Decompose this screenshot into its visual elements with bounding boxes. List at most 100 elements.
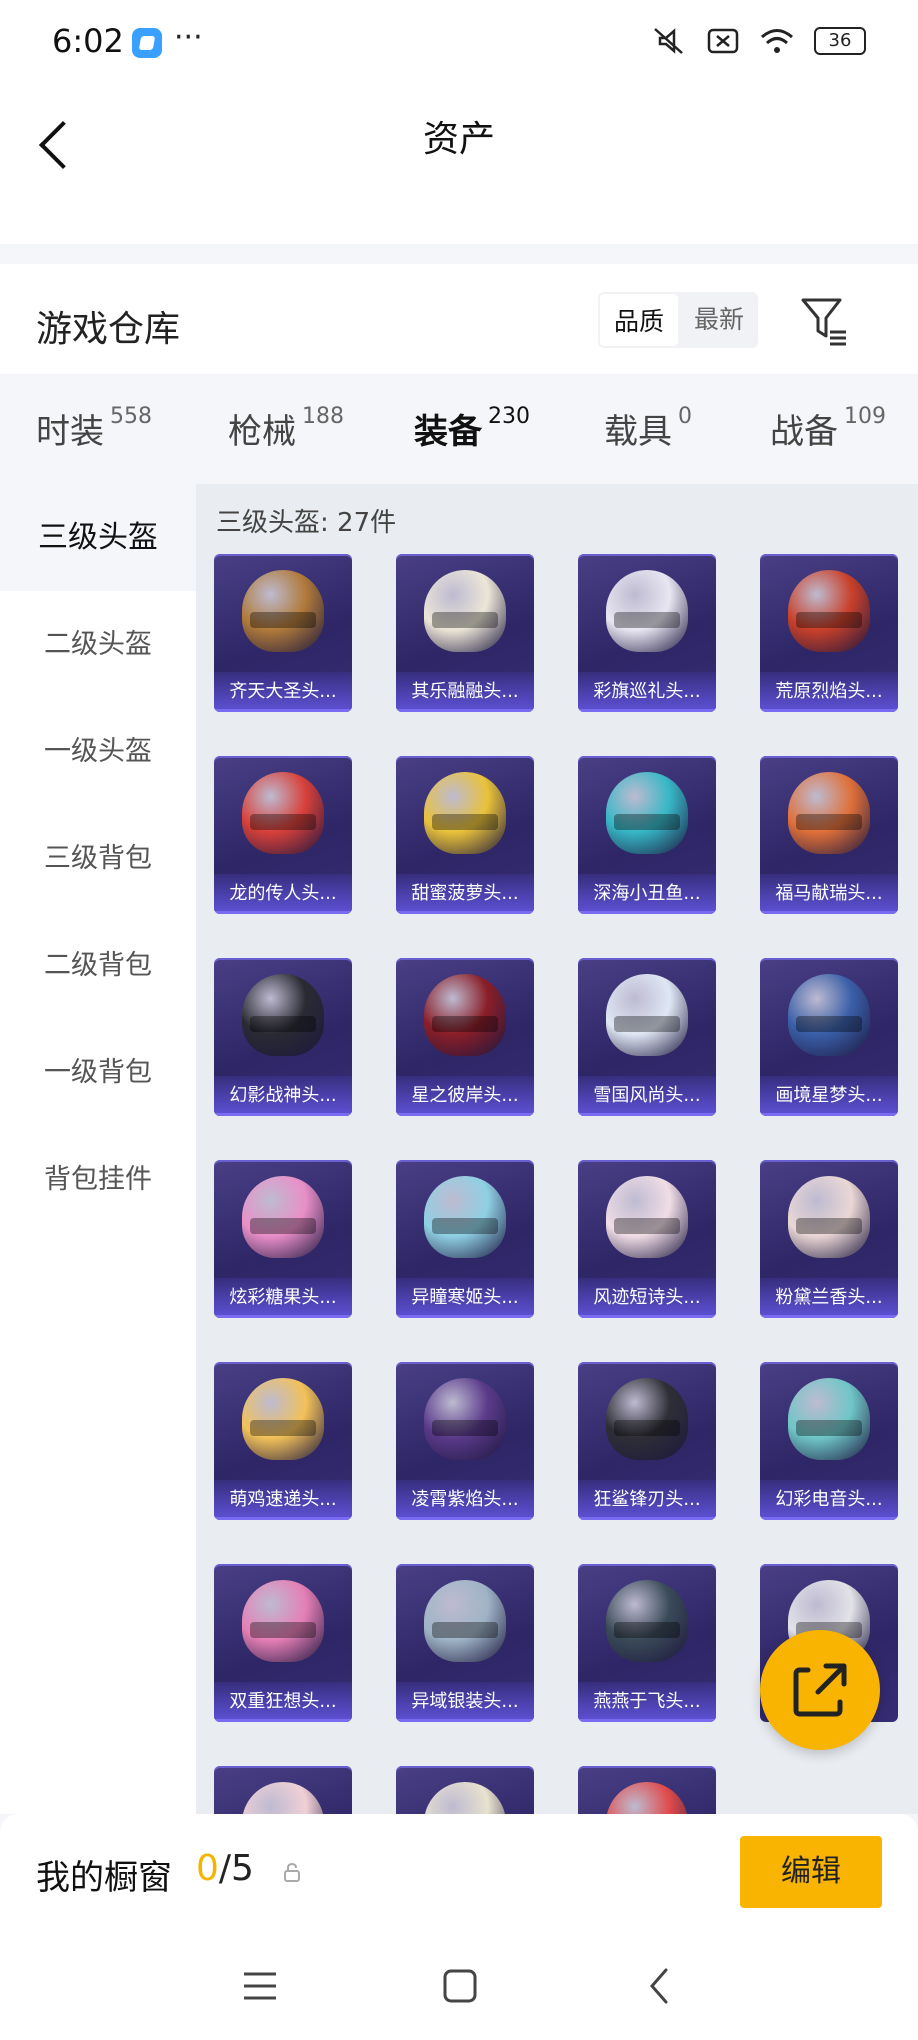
helmet-visor — [250, 612, 316, 628]
helmet-image — [242, 570, 324, 652]
sidebar-item-level1-backpack[interactable]: 一级背包 — [0, 1019, 196, 1126]
helmet-image — [606, 1580, 688, 1662]
item-name: 甜蜜菠萝头... — [396, 874, 534, 914]
helmet-image — [424, 974, 506, 1056]
share-icon — [793, 1663, 847, 1717]
helmet-image — [788, 1378, 870, 1460]
item-card[interactable]: 燕燕于飞头... — [578, 1564, 716, 1722]
tab-fashion[interactable]: 时装 558 — [36, 404, 152, 453]
helmet-image — [424, 1378, 506, 1460]
sort-toggle: 品质 最新 — [598, 292, 758, 348]
menu-icon[interactable] — [240, 1966, 280, 2006]
warehouse-title: 游戏仓库 — [36, 309, 181, 350]
item-card[interactable]: 彩旗巡礼头... — [578, 554, 716, 712]
helmet-image — [606, 1782, 688, 1814]
item-card[interactable]: 异域银装头... — [396, 1564, 534, 1722]
status-bar: 6:02 ··· 36 — [0, 0, 918, 84]
tab-label: 装备 — [414, 412, 482, 452]
screen: 6:02 ··· 36 资产 游戏仓库 品质 最新 时装 558 枪械 188 装 — [0, 0, 918, 2040]
helmet-visor — [614, 1218, 680, 1234]
tab-supplies[interactable]: 战备 109 — [770, 404, 886, 453]
battery-icon: 36 — [814, 27, 866, 55]
item-card[interactable]: 雪国风尚头... — [578, 958, 716, 1116]
item-name: 狂鲨锋刃头... — [578, 1480, 716, 1520]
item-name: 福马献瑞头... — [760, 874, 898, 914]
item-card[interactable]: 福马献瑞头... — [760, 756, 898, 914]
helmet-visor — [250, 1420, 316, 1436]
tab-equipment[interactable]: 装备 230 — [414, 404, 530, 492]
item-card[interactable]: 齐天大圣头... — [214, 554, 352, 712]
helmet-visor — [614, 1420, 680, 1436]
sidebar-item-level2-backpack[interactable]: 二级背包 — [0, 912, 196, 1019]
item-card[interactable]: 荒原烈焰头... — [760, 554, 898, 712]
helmet-image — [242, 1176, 324, 1258]
tab-vehicles[interactable]: 载具 0 — [604, 404, 692, 453]
item-card[interactable] — [214, 1766, 352, 1814]
edit-button[interactable]: 编辑 — [740, 1836, 882, 1908]
item-card[interactable]: 星之彼岸头... — [396, 958, 534, 1116]
item-name: 雪国风尚头... — [578, 1076, 716, 1116]
item-name: 齐天大圣头... — [214, 672, 352, 712]
item-name: 粉黛兰香头... — [760, 1278, 898, 1318]
helmet-image — [788, 570, 870, 652]
helmet-visor — [250, 1218, 316, 1234]
item-name: 彩旗巡礼头... — [578, 672, 716, 712]
item-card[interactable]: 凌霄紫焰头... — [396, 1362, 534, 1520]
sidebar-item-level3-backpack[interactable]: 三级背包 — [0, 805, 196, 912]
item-name: 风迹短诗头... — [578, 1278, 716, 1318]
sort-quality-button[interactable]: 品质 — [598, 292, 680, 348]
item-card[interactable]: 幻彩电音头... — [760, 1362, 898, 1520]
item-card[interactable]: 异瞳寒姬头... — [396, 1160, 534, 1318]
item-name: 画境星梦头... — [760, 1076, 898, 1116]
home-icon[interactable] — [440, 1966, 480, 2006]
sort-newest-button[interactable]: 最新 — [680, 292, 758, 348]
tab-count: 558 — [110, 404, 152, 429]
item-card[interactable]: 画境星梦头... — [760, 958, 898, 1116]
tab-count: 188 — [302, 404, 344, 429]
helmet-image — [424, 1580, 506, 1662]
helmet-visor — [432, 1420, 498, 1436]
helmet-image — [242, 974, 324, 1056]
back-icon[interactable] — [640, 1966, 680, 2006]
sidebar-item-level2-helmet[interactable]: 二级头盔 — [0, 591, 196, 698]
helmet-image — [242, 1782, 324, 1814]
sidebar-item-level1-helmet[interactable]: 一级头盔 — [0, 698, 196, 805]
helmet-visor — [432, 814, 498, 830]
item-card[interactable]: 狂鲨锋刃头... — [578, 1362, 716, 1520]
item-card[interactable]: 双重狂想头... — [214, 1564, 352, 1722]
helmet-image — [606, 570, 688, 652]
sidebar-item-backpack-charm[interactable]: 背包挂件 — [0, 1126, 196, 1233]
more-dots: ··· — [174, 20, 203, 55]
filter-icon[interactable] — [800, 296, 848, 346]
item-card[interactable]: 风迹短诗头... — [578, 1160, 716, 1318]
helmet-image — [606, 974, 688, 1056]
item-card[interactable]: 萌鸡速递头... — [214, 1362, 352, 1520]
share-button[interactable] — [760, 1630, 880, 1750]
sidebar-item-level3-helmet[interactable]: 三级头盔 — [0, 484, 196, 591]
tab-guns[interactable]: 枪械 188 — [228, 404, 344, 453]
item-card[interactable]: 甜蜜菠萝头... — [396, 756, 534, 914]
item-card[interactable]: 龙的传人头... — [214, 756, 352, 914]
status-icons: 36 — [652, 26, 866, 56]
item-card[interactable]: 深海小丑鱼... — [578, 756, 716, 914]
helmet-visor — [614, 814, 680, 830]
helmet-image — [424, 570, 506, 652]
item-panel: 三级头盔: 27件 齐天大圣头... 其乐融融头... 彩旗巡礼头... 荒原烈焰头.… — [196, 484, 918, 1814]
item-name: 凌霄紫焰头... — [396, 1480, 534, 1520]
helmet-visor — [432, 1218, 498, 1234]
item-name: 幻影战神头... — [214, 1076, 352, 1116]
item-card[interactable]: 其乐融融头... — [396, 554, 534, 712]
helmet-image — [606, 1378, 688, 1460]
item-card[interactable] — [396, 1766, 534, 1814]
item-card[interactable]: 粉黛兰香头... — [760, 1160, 898, 1318]
showcase-current: 0 — [196, 1848, 219, 1889]
item-name: 荒原烈焰头... — [760, 672, 898, 712]
item-card[interactable]: 炫彩糖果头... — [214, 1160, 352, 1318]
item-name: 星之彼岸头... — [396, 1076, 534, 1116]
tab-count: 230 — [488, 404, 530, 429]
item-card[interactable] — [578, 1766, 716, 1814]
tab-count: 109 — [844, 404, 886, 429]
helmet-visor — [796, 1218, 862, 1234]
item-card[interactable]: 幻影战神头... — [214, 958, 352, 1116]
helmet-visor — [796, 1420, 862, 1436]
